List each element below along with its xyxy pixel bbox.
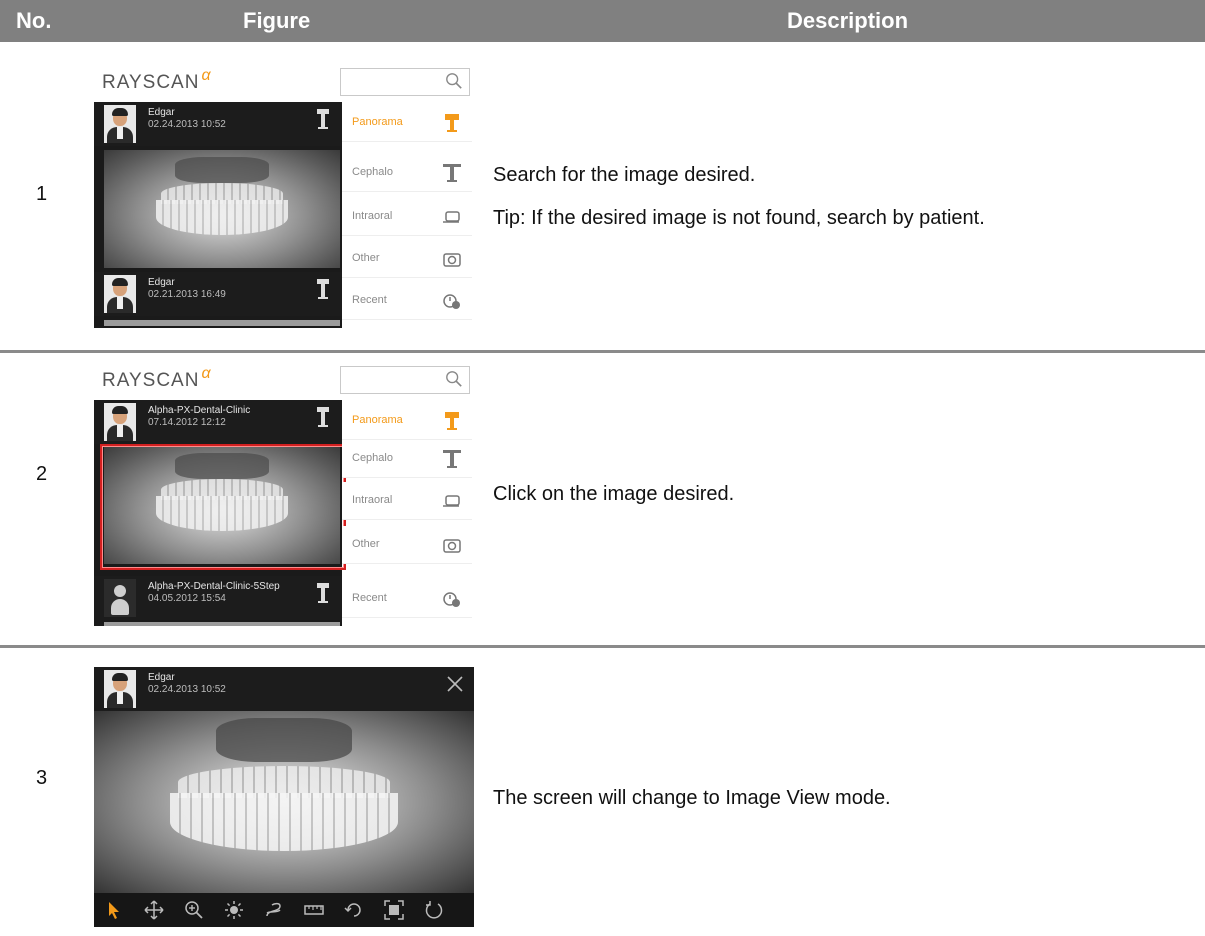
search-icon[interactable] — [445, 370, 463, 388]
category-panorama[interactable]: Panorama — [342, 402, 472, 440]
patient-date: 04.05.2012 15:54 — [148, 593, 226, 604]
intraoral-icon — [443, 495, 460, 507]
row-divider — [0, 645, 1205, 648]
patient-header: Edgar 02.24.2013 10:52 — [94, 667, 474, 711]
figure-select-screen: RAYSCAN α Alpha-PX-Dental-Clinic 07.14.20… — [94, 365, 474, 626]
recent-icon — [443, 294, 460, 309]
panorama-device-icon — [317, 407, 329, 427]
panoramic-xray-thumbnail[interactable] — [104, 150, 340, 268]
search-input[interactable] — [340, 68, 470, 96]
patient-date: 02.24.2013 10:52 — [148, 119, 226, 130]
curve-icon[interactable] — [264, 900, 284, 920]
category-recent[interactable]: Recent — [342, 282, 472, 320]
patient-header[interactable]: Edgar 02.24.2013 10:52 — [94, 102, 342, 146]
column-header-figure: Figure — [243, 8, 311, 33]
patient-date: 02.24.2013 10:52 — [148, 684, 226, 695]
cephalo-icon — [443, 164, 461, 182]
rayscan-logo: RAYSCAN α — [102, 365, 212, 391]
category-other[interactable]: Other — [342, 526, 472, 564]
reset-icon[interactable] — [424, 900, 444, 920]
row-number: 2 — [36, 463, 48, 485]
patient-avatar — [104, 670, 136, 708]
patient-name: Alpha-PX-Dental-Clinic — [148, 405, 251, 416]
panoramic-xray-image[interactable] — [94, 711, 474, 893]
description-line: Search for the image desired. — [493, 164, 756, 186]
category-intraoral[interactable]: Intraoral — [342, 198, 472, 236]
description-tip: Tip: If the desired image is not found, … — [493, 207, 985, 229]
patient-header[interactable]: Edgar 02.21.2013 16:49 — [94, 272, 342, 316]
category-recent[interactable]: Recent — [342, 580, 472, 618]
selection-highlight — [100, 444, 346, 570]
category-cephalo[interactable]: Cephalo — [342, 440, 472, 478]
camera-icon — [443, 539, 461, 553]
row-divider — [0, 350, 1205, 353]
table-header: No. Figure Description — [0, 0, 1205, 42]
category-intraoral[interactable]: Intraoral — [342, 482, 472, 520]
fit-icon[interactable] — [384, 900, 404, 920]
ruler-icon[interactable] — [304, 900, 324, 920]
zoom-icon[interactable] — [184, 900, 204, 920]
panorama-icon — [445, 114, 459, 132]
image-toolbar — [94, 893, 474, 927]
patient-date: 02.21.2013 16:49 — [148, 289, 226, 300]
xray-thumbnail-partial — [104, 320, 340, 326]
brightness-icon[interactable] — [224, 900, 244, 920]
row-number: 1 — [36, 183, 48, 205]
patient-name: Edgar — [148, 107, 175, 118]
patient-name: Edgar — [148, 672, 175, 683]
camera-icon — [443, 253, 461, 267]
recent-icon — [443, 592, 460, 607]
search-icon[interactable] — [445, 72, 463, 90]
description-line: Click on the image desired. — [493, 483, 735, 505]
cephalo-icon — [443, 450, 461, 468]
panorama-icon — [445, 412, 459, 430]
panorama-device-icon — [317, 583, 329, 603]
rayscan-logo: RAYSCAN α — [102, 67, 212, 93]
category-cephalo[interactable]: Cephalo — [342, 154, 472, 192]
category-other[interactable]: Other — [342, 240, 472, 278]
image-view-screen: Edgar 02.24.2013 10:52 — [94, 667, 474, 927]
category-panorama[interactable]: Panorama — [342, 104, 472, 142]
column-header-no: No. — [16, 8, 52, 33]
row-number: 3 — [36, 767, 48, 789]
image-list: Edgar 02.24.2013 10:52 Edgar 02.21.2013 … — [94, 102, 342, 328]
pointer-icon[interactable] — [104, 900, 124, 920]
patient-date: 07.14.2012 12:12 — [148, 417, 226, 428]
panorama-device-icon — [317, 109, 329, 129]
panorama-device-icon — [317, 279, 329, 299]
patient-header[interactable]: Alpha-PX-Dental-Clinic-5Step 04.05.2012 … — [94, 576, 342, 620]
patient-avatar — [104, 275, 136, 313]
column-header-description: Description — [787, 8, 909, 33]
intraoral-icon — [443, 211, 460, 223]
figure-search-screen: RAYSCAN α Edgar 02.24.2013 10:52 Edgar 02… — [94, 67, 474, 328]
patient-name: Edgar — [148, 277, 175, 288]
rotate-icon[interactable] — [344, 900, 364, 920]
pan-icon[interactable] — [144, 900, 164, 920]
patient-avatar — [104, 403, 136, 441]
search-input[interactable] — [340, 366, 470, 394]
patient-name: Alpha-PX-Dental-Clinic-5Step — [148, 581, 280, 592]
generic-avatar-icon — [104, 579, 136, 617]
patient-avatar — [104, 105, 136, 143]
close-icon[interactable] — [446, 675, 464, 693]
xray-thumbnail-partial — [104, 622, 340, 626]
patient-header[interactable]: Alpha-PX-Dental-Clinic 07.14.2012 12:12 — [94, 400, 342, 444]
description-line: The screen will change to Image View mod… — [493, 787, 891, 809]
